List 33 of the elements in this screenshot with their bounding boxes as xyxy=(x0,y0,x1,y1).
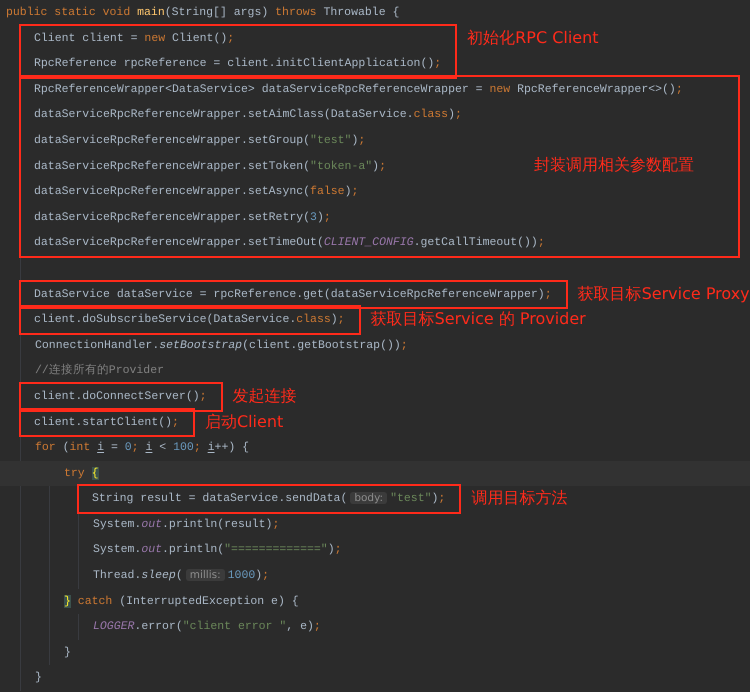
code-line: try { xyxy=(64,466,99,482)
annotation-label: 获取目标Service Proxy xyxy=(578,282,750,305)
code-line: RpcReferenceWrapper<DataService> dataServiceRpcReferenceWrapper = new RpcReferenceWrapper<>(); xyxy=(34,82,683,98)
code-line: } xyxy=(35,670,42,686)
code-line: LOGGER.error("client error ", e); xyxy=(93,619,321,636)
code-line: dataServiceRpcReferenceWrapper.setAimClass(DataService.class); xyxy=(34,107,462,124)
code-line: Thread.sleep( millis: 1000); xyxy=(93,568,270,584)
annotation-label: 初始化RPC Client xyxy=(467,26,599,49)
code-line: Client client = new Client(); xyxy=(34,30,234,47)
code-line: RpcReference rpcReference = client.initClientApplication(); xyxy=(34,56,442,72)
annotation-label: 调用目标方法 xyxy=(471,487,568,510)
code-line: client.doSubscribeService(DataService.class); xyxy=(34,312,345,328)
code-line: dataServiceRpcReferenceWrapper.setTimeOut(CLIENT_CONFIG.getCallTimeout()); xyxy=(34,235,545,252)
code-line: DataService dataService = rpcReference.get(dataServiceRpcReferenceWrapper); xyxy=(34,286,552,303)
code-line: ConnectionHandler.setBootstrap(client.getBootstrap()); xyxy=(35,338,408,354)
annotation-label: 启动Client xyxy=(204,410,284,432)
code-line: //连接所有的Provider xyxy=(35,362,164,380)
code-line: public static void main(String[] args) throws Throwable { xyxy=(6,5,400,21)
code-line: dataServiceRpcReferenceWrapper.setRetry(3); xyxy=(34,210,331,226)
annotation-label: 获取目标Service 的 Provider xyxy=(370,308,586,330)
annotation-label: 发起连接 xyxy=(232,384,297,407)
code-line: dataServiceRpcReferenceWrapper.setToken("token-a"); xyxy=(34,158,386,175)
code-line: client.startClient(); xyxy=(34,414,179,430)
code-line: System.out.println("============="); xyxy=(93,542,342,558)
code-line: client.doConnectServer(); xyxy=(34,388,207,405)
annotation-label: 封装调用相关参数配置 xyxy=(534,154,694,176)
code-line: } xyxy=(64,644,71,661)
code-line: } catch (InterruptedException e) { xyxy=(64,594,299,610)
code-line: System.out.println(result); xyxy=(93,516,280,533)
code-line: dataServiceRpcReferenceWrapper.setGroup("test"); xyxy=(34,132,366,149)
code-line: dataServiceRpcReferenceWrapper.setAsync(false); xyxy=(34,184,358,200)
code-line: String result = dataService.sendData( body: "test"); xyxy=(92,491,446,508)
code-line: for (int i = 0; i < 100; i++) { xyxy=(35,440,250,456)
